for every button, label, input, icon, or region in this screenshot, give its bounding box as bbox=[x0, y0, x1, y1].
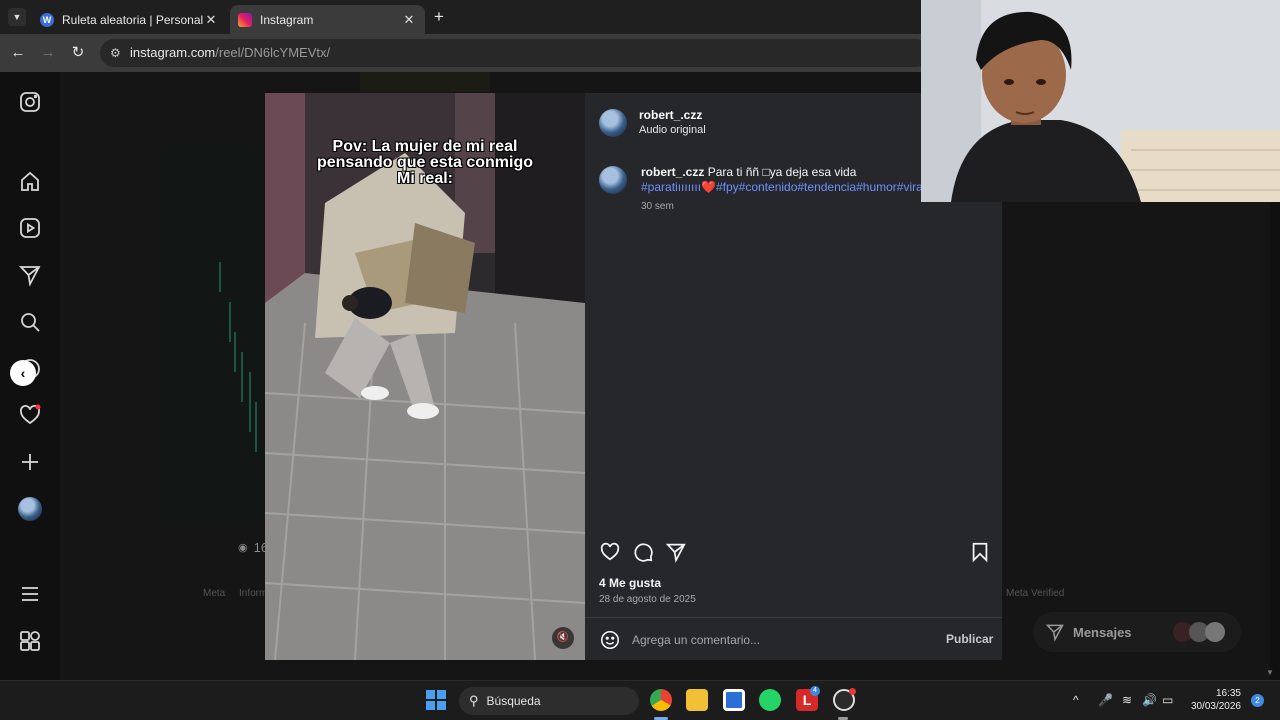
notification-badge[interactable]: 2 bbox=[1251, 694, 1264, 707]
webcam-overlay bbox=[921, 0, 1280, 202]
url-path: /reel/DN6lcYMEVtx/ bbox=[215, 45, 331, 60]
hashtag-parati[interactable]: #paratiııııııı bbox=[641, 180, 701, 194]
windows-start-icon[interactable] bbox=[426, 690, 446, 710]
clock-time: 16:35 bbox=[1215, 688, 1241, 699]
hashtags[interactable]: #fpy#contenido#tendencia#humor#viral bbox=[716, 180, 925, 194]
forward-arrow-icon[interactable]: → bbox=[37, 42, 59, 64]
instagram-icon bbox=[238, 12, 252, 27]
wifi-icon[interactable]: ≋ bbox=[1122, 693, 1132, 707]
scroll-down-arrow[interactable]: ▼ bbox=[1266, 668, 1274, 677]
clock-date: 30/03/2026 bbox=[1190, 701, 1241, 712]
footer-link-meta[interactable]: Meta bbox=[203, 588, 225, 599]
previous-post-button[interactable]: ‹ bbox=[10, 360, 36, 386]
new-tab-button[interactable]: + bbox=[434, 7, 444, 27]
microsoft-store-icon[interactable] bbox=[723, 689, 745, 711]
muted-speaker-icon[interactable]: 🔇 bbox=[552, 627, 574, 649]
close-icon[interactable]: ✕ bbox=[401, 12, 417, 28]
avatar[interactable] bbox=[599, 109, 627, 137]
tab-ruleta[interactable]: W Ruleta aleatoria | Personaliza y c ✕ bbox=[32, 5, 227, 34]
messages-label: Mensajes bbox=[1073, 624, 1132, 640]
recording-dot bbox=[849, 688, 856, 695]
url-bar[interactable]: ⚙ instagram.com/reel/DN6lcYMEVtx/ bbox=[100, 39, 930, 67]
audio-label[interactable]: Audio original bbox=[639, 124, 706, 136]
footer-link-meta-verified[interactable]: Meta Verified bbox=[1006, 588, 1064, 599]
tab-title: Instagram bbox=[260, 12, 314, 27]
eye-icon: ◉ bbox=[238, 542, 248, 554]
battery-icon[interactable]: ▭ bbox=[1162, 693, 1173, 707]
footer-link-info[interactable]: Inform bbox=[239, 588, 267, 599]
tab-list-button[interactable]: ▼ bbox=[8, 8, 26, 26]
video-caption-line3: Mi real: bbox=[396, 170, 453, 187]
share-icon[interactable] bbox=[665, 541, 689, 565]
whatsapp-icon[interactable] bbox=[759, 689, 781, 711]
more-icon[interactable] bbox=[18, 582, 42, 606]
file-explorer-icon[interactable] bbox=[686, 689, 708, 711]
video-caption-line1: Pov: La mujer de mi real bbox=[332, 138, 518, 155]
reel-video[interactable]: Pov: La mujer de mi real pensando que es… bbox=[265, 93, 585, 660]
volume-icon[interactable]: 🔊 bbox=[1142, 693, 1157, 707]
url-host: instagram.com bbox=[130, 45, 216, 60]
threads-icon[interactable] bbox=[18, 629, 42, 653]
avatar bbox=[1205, 622, 1225, 642]
profile-icon[interactable] bbox=[18, 497, 42, 521]
wheel-w-icon: W bbox=[40, 12, 54, 27]
system-clock[interactable]: 16:35 30/03/2026 bbox=[1189, 687, 1241, 713]
search-icon: ⚲ bbox=[469, 693, 479, 708]
direct-icon[interactable] bbox=[18, 263, 42, 287]
caption-text: Para ti ññ □ya deja esa vida bbox=[707, 165, 857, 179]
reels-icon[interactable] bbox=[18, 216, 42, 240]
search-icon[interactable] bbox=[18, 310, 42, 334]
post-date: 28 de agosto de 2025 bbox=[599, 594, 696, 605]
tab-title: Ruleta aleatoria | Personaliza y c bbox=[62, 12, 203, 27]
tab-instagram[interactable]: Instagram ✕ bbox=[230, 5, 425, 34]
windows-taskbar: ⚲ Búsqueda L 4 ^ 🎤 ≋ 🔊 ▭ 16:35 30/03/202… bbox=[0, 680, 1280, 720]
app-badge: 4 bbox=[810, 686, 820, 696]
site-settings-icon[interactable]: ⚙ bbox=[110, 39, 121, 67]
emoji-smiley-icon[interactable] bbox=[599, 629, 621, 651]
caption-username[interactable]: robert_.czz bbox=[641, 165, 704, 179]
video-caption-line2: pensando que esta conmigo bbox=[316, 154, 534, 171]
caption-avatar[interactable] bbox=[599, 166, 627, 194]
heart-emoji: ❤️ bbox=[701, 180, 716, 194]
instagram-icon[interactable] bbox=[18, 90, 42, 114]
close-icon[interactable]: ✕ bbox=[203, 12, 219, 28]
back-arrow-icon[interactable]: ← bbox=[7, 42, 29, 64]
like-heart-icon[interactable] bbox=[599, 541, 623, 565]
chrome-icon[interactable] bbox=[650, 689, 672, 711]
taskbar-search[interactable]: ⚲ Búsqueda bbox=[459, 687, 639, 715]
save-bookmark-icon[interactable] bbox=[969, 541, 993, 565]
comment-input[interactable] bbox=[632, 633, 912, 647]
post-caption: robert_.czz Para ti ññ □ya deja esa vida… bbox=[641, 165, 931, 195]
webcam-image bbox=[921, 0, 1280, 202]
post-username[interactable]: robert_.czz bbox=[639, 108, 702, 122]
comment-icon[interactable] bbox=[632, 541, 656, 565]
publish-button[interactable]: Publicar bbox=[946, 632, 993, 646]
reload-icon[interactable]: ↻ bbox=[67, 42, 89, 64]
taskbar-search-label: Búsqueda bbox=[486, 694, 541, 708]
create-icon[interactable] bbox=[18, 450, 42, 474]
divider bbox=[585, 617, 1002, 618]
chevron-up-icon[interactable]: ^ bbox=[1073, 693, 1079, 707]
messages-button[interactable]: Mensajes bbox=[1033, 612, 1241, 652]
home-icon[interactable] bbox=[18, 170, 42, 194]
notifications-icon[interactable] bbox=[18, 403, 42, 427]
likes-count[interactable]: 4 Me gusta bbox=[599, 576, 661, 590]
post-time-ago: 30 sem bbox=[641, 201, 674, 212]
microphone-icon[interactable]: 🎤 bbox=[1098, 693, 1113, 707]
direct-icon bbox=[1045, 624, 1064, 642]
